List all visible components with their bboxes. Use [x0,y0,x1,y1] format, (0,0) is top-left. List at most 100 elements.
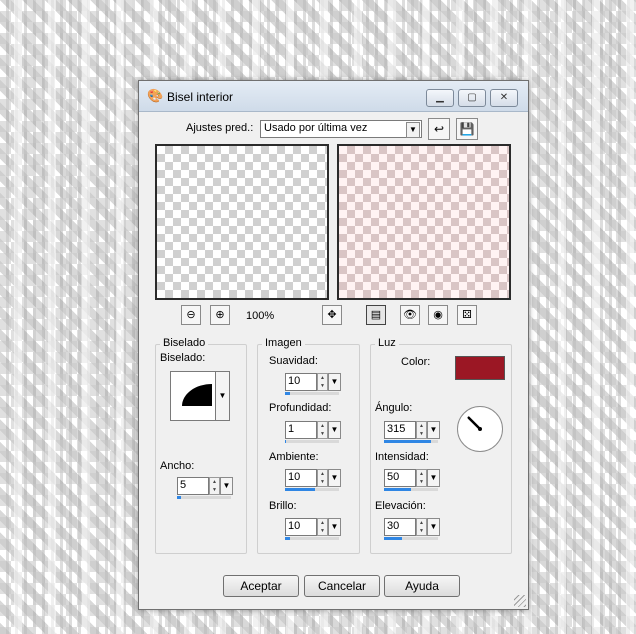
intensity-spinner[interactable]: ▲ ▼ [416,469,427,487]
presets-label: Ajustes pred.: [186,122,254,134]
angle-slider[interactable] [384,440,431,443]
shininess-slider[interactable] [285,537,290,540]
zoom-in-icon: ⊕ [215,309,225,321]
preview-before [155,144,329,300]
elevation-label: Elevación: [375,500,426,512]
randomize-button[interactable]: ⚄ [457,305,477,325]
presets-value: Usado por última vez [264,122,368,134]
cancel-button[interactable]: Cancelar [304,575,380,597]
width-stepper[interactable]: 5 ▲ ▼ ▼ [177,477,233,499]
angle-stepper[interactable]: 315 ▲ ▼ ▼ [384,421,440,443]
intensity-value: 50 [387,471,400,483]
depth-dropdown[interactable]: ▼ [328,421,341,439]
bevel-shape-dropdown[interactable]: ▼ [215,371,230,421]
smoothness-track [285,392,339,395]
depth-stepper[interactable]: 1 ▲ ▼ ▼ [285,421,341,443]
depth-label: Profundidad: [269,402,332,414]
smoothness-slider[interactable] [285,392,290,395]
smoothness-label: Suavidad: [269,355,318,367]
bevel-label: Biselado: [160,352,206,364]
floppy-disk-icon: 💾 [459,122,475,136]
shininess-spinner[interactable]: ▲ ▼ [317,518,328,536]
ambience-dropdown[interactable]: ▼ [328,469,341,487]
elevation-spinner[interactable]: ▲ ▼ [416,518,427,536]
ok-button[interactable]: Aceptar [223,575,299,597]
maximize-button[interactable]: ▢ [458,89,486,107]
ambience-input[interactable]: 10 [285,469,317,487]
smoothness-dropdown[interactable]: ▼ [328,373,341,391]
ambience-spinner[interactable]: ▲ ▼ [317,469,328,487]
angle-spinner[interactable]: ▲ ▼ [416,421,427,439]
depth-spinner[interactable]: ▲ ▼ [317,421,328,439]
toggle-preview-button[interactable]: ▤ [366,305,386,325]
width-spinner[interactable]: ▲ ▼ [209,477,220,495]
ambience-value: 10 [288,471,301,483]
depth-slider[interactable] [285,440,286,443]
eye-open-icon: ◉ [433,309,443,321]
presets-dropdown[interactable]: Usado por última vez ▼ [260,120,422,138]
shininess-dropdown[interactable]: ▼ [328,518,341,536]
save-preset-button[interactable]: 💾 [456,118,478,140]
move-icon: ✥ [327,309,337,321]
angle-dropdown[interactable]: ▼ [427,421,440,439]
eye-icon: 👁 [403,309,417,321]
intensity-stepper[interactable]: 50 ▲ ▼ ▼ [384,469,440,491]
elevation-slider[interactable] [384,537,402,540]
shininess-stepper[interactable]: 10 ▲ ▼ ▼ [285,518,341,540]
smoothness-value: 10 [288,375,301,387]
help-button[interactable]: Ayuda [384,575,460,597]
intensity-dropdown[interactable]: ▼ [427,469,440,487]
resize-grip[interactable] [514,595,526,607]
light-color-swatch[interactable] [455,356,505,380]
width-dropdown[interactable]: ▼ [220,477,233,495]
depth-value: 1 [288,423,295,435]
depth-input[interactable]: 1 [285,421,317,439]
depth-track [285,440,339,443]
bevel-dialog: 🎨 Bisel interior ▁ ▢ ✕ Ajustes pred.: Us… [138,80,529,610]
bevel-group-title: Biselado [160,337,209,349]
elevation-input[interactable]: 30 [384,518,416,536]
proof-button[interactable]: ◉ [428,305,448,325]
intensity-slider[interactable] [384,488,411,491]
pan-button[interactable]: ✥ [322,305,342,325]
elevation-value: 30 [387,520,400,532]
smoothness-stepper[interactable]: 10 ▲ ▼ ▼ [285,373,341,395]
chevron-down-icon[interactable]: ▼ [406,122,420,138]
zoom-out-button[interactable]: ⊖ [181,305,201,325]
zoom-in-button[interactable]: ⊕ [210,305,230,325]
ambience-label: Ambiente: [269,451,319,463]
width-input[interactable]: 5 [177,477,209,495]
image-group-title: Imagen [262,337,305,349]
angle-label: Ángulo: [375,402,413,414]
elevation-dropdown[interactable]: ▼ [427,518,440,536]
bevel-shape-preview [182,384,212,406]
close-button[interactable]: ✕ [490,89,518,107]
paint-palette-icon: 🎨 [147,88,164,103]
ambience-stepper[interactable]: 10 ▲ ▼ ▼ [285,469,341,491]
angle-input[interactable]: 315 [384,421,416,439]
shininess-track [285,537,339,540]
intensity-input[interactable]: 50 [384,469,416,487]
width-track [177,496,231,499]
smoothness-input[interactable]: 10 [285,373,317,391]
angle-value: 315 [387,423,406,435]
angle-dial-graphic [467,416,482,431]
preview-after [337,144,511,300]
window-title: Bisel interior [167,90,234,104]
angle-dial[interactable] [457,406,503,452]
title-bar[interactable]: 🎨 Bisel interior ▁ ▢ ✕ [139,81,528,112]
width-value: 5 [180,479,187,491]
auto-proof-button[interactable]: 👁 [400,305,420,325]
light-group-title: Luz [375,337,399,349]
ambience-slider[interactable] [285,488,315,491]
reset-icon: ↩ [433,122,445,136]
elevation-stepper[interactable]: 30 ▲ ▼ ▼ [384,518,440,540]
minimize-button[interactable]: ▁ [426,89,454,107]
shininess-input[interactable]: 10 [285,518,317,536]
smoothness-spinner[interactable]: ▲ ▼ [317,373,328,391]
zoom-level: 100% [246,310,275,322]
dice-icon: ⚄ [462,309,472,321]
width-slider[interactable] [177,496,181,499]
reset-preset-button[interactable]: ↩ [428,118,450,140]
color-label: Color: [401,356,431,368]
